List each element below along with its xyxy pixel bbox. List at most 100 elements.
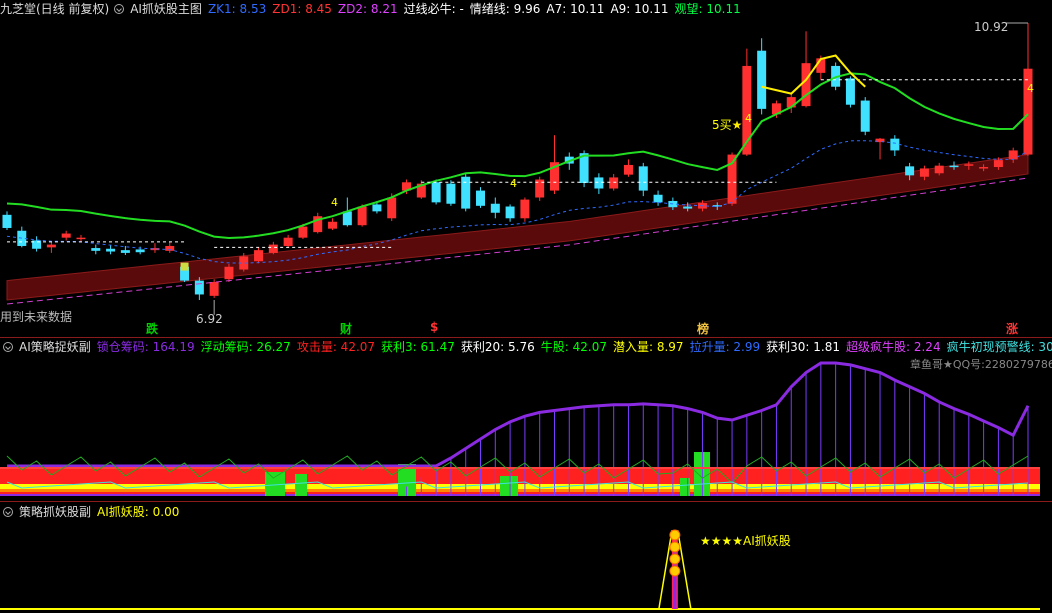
candle-body: [476, 190, 486, 206]
candle-body: [283, 237, 293, 246]
green-block-1: [295, 474, 307, 496]
sub1-indicator-values: 锁仓筹码: 164.19 浮动筹码: 26.27 攻击量: 42.07 获利3: 61…: [97, 340, 1052, 354]
chip-band-0: [0, 468, 1040, 484]
chip-band-4: [0, 494, 1040, 496]
signal-four-label-a: 4: [745, 112, 752, 125]
signal-smiley-icon: [669, 541, 681, 553]
main-chart-header: 九芝堂(日线 前复权) AI抓妖股主图 ZK1: 8.53 ZD1: 8.45 ZD2:…: [0, 0, 1052, 18]
candle-body: [372, 204, 382, 212]
sub-chart-1-header: AI策略捉妖副 锁仓筹码: 164.19 浮动筹码: 26.27 攻击量: 42.07…: [0, 338, 1052, 356]
main-field-4: 情绪线: 9.96: [469, 2, 541, 16]
candle: [268, 241, 278, 255]
candle: [17, 226, 27, 248]
sub2-title[interactable]: 策略抓妖股副: [19, 505, 91, 519]
chip-band-1: [0, 484, 1040, 489]
green-block-5: [680, 478, 690, 496]
candle: [283, 234, 293, 248]
candle: [46, 241, 56, 253]
candle-body: [120, 250, 130, 253]
settings-circle-icon[interactable]: [114, 4, 125, 14]
settings-circle-icon[interactable]: [3, 507, 13, 517]
candle-body: [431, 182, 441, 203]
candle-body: [268, 244, 278, 253]
candle-body: [919, 168, 929, 177]
sub1-field-0: 锁仓筹码: 164.19: [96, 340, 195, 354]
candle-body: [979, 167, 989, 169]
buy-signal-label: 5买★: [712, 116, 742, 133]
sub-chart-2-header: 策略抓妖股副 AI抓妖股: 0.00: [0, 503, 1052, 521]
main-field-1: ZD1: 8.45: [272, 2, 332, 16]
candle-body: [964, 164, 974, 166]
indicator-name[interactable]: AI抓妖股主图: [130, 2, 202, 16]
candle: [860, 97, 870, 136]
main-field-3: 过线必牛: -: [403, 2, 464, 16]
candle: [727, 152, 737, 206]
candle: [490, 197, 500, 219]
candle: [328, 218, 338, 231]
sub-chart-1[interactable]: [0, 356, 1052, 500]
sub1-title[interactable]: AI策略捉妖副: [19, 340, 91, 354]
app-title: 九芝堂(日线 前复权): [0, 2, 110, 16]
sub2-field-0: AI抓妖股: 0.00: [97, 505, 180, 519]
future-data-note: 用到未来数据: [0, 310, 73, 324]
candle: [594, 173, 604, 195]
signal-spike: [0, 529, 1040, 610]
chip-band-2: [0, 489, 1040, 492]
green-block-3: [500, 476, 518, 496]
candle: [254, 247, 264, 264]
main-field-0: ZK1: 8.53: [207, 2, 267, 16]
candle-body: [298, 226, 308, 238]
candle: [845, 76, 855, 108]
candle-body: [209, 281, 219, 296]
ai-signal-label: ★★★★AI抓妖股: [700, 534, 791, 548]
bottom-mark-4: 涨: [1006, 322, 1019, 336]
candle: [623, 159, 633, 177]
sub1-field-1: 浮动筹码: 26.27: [200, 340, 291, 354]
chip-band-3: [0, 492, 1040, 494]
candle-body: [91, 248, 101, 251]
candle: [150, 243, 160, 253]
signal-four-label-d: 4: [1027, 82, 1034, 95]
candle: [476, 187, 486, 208]
candle-body: [638, 166, 648, 191]
bottom-mark-1: 财: [340, 322, 353, 336]
candle: [313, 212, 323, 234]
signal-four-label-c: 4: [510, 177, 517, 190]
candle: [32, 236, 42, 252]
main-field-5: A7: 10.11: [546, 2, 605, 16]
candle: [653, 190, 663, 206]
candle: [61, 230, 71, 241]
candle: [106, 245, 116, 255]
candle-body: [357, 206, 367, 226]
candle-body: [993, 160, 1003, 168]
sub1-field-8: 获利30: 1.81: [766, 340, 840, 354]
bottom-marker: [180, 262, 189, 271]
main-price-chart[interactable]: [0, 18, 1052, 338]
candle-body: [46, 244, 56, 248]
sub1-field-9: 超级疯牛股: 2.24: [846, 340, 941, 354]
sub1-field-4: 获利20: 5.76: [460, 340, 535, 354]
sub-chart-2[interactable]: [0, 521, 1052, 613]
candle-body: [860, 100, 870, 132]
candle-body: [135, 249, 145, 253]
main-indicator-values: ZK1: 8.53 ZD1: 8.45 ZD2: 8.21 过线必牛: - 情绪线: 9…: [208, 2, 747, 16]
candle-body: [61, 233, 71, 238]
candle-body: [490, 203, 500, 213]
buy-number: 5: [712, 118, 720, 132]
high-price-label: 10.92: [974, 20, 1009, 34]
candle-body: [194, 280, 204, 295]
candle: [890, 135, 900, 156]
candle-body: [106, 248, 116, 252]
sub1-field-7: 拉升量: 2.99: [689, 340, 761, 354]
candle: [416, 180, 426, 199]
candle: [505, 204, 515, 222]
buy-text: 买: [719, 118, 732, 132]
signal-smiley-icon: [669, 565, 681, 577]
candle-body: [461, 176, 471, 209]
candle: [520, 197, 530, 222]
sub1-field-5: 牛股: 42.07: [540, 340, 607, 354]
signal-smiley-icon: [669, 529, 681, 541]
candle: [461, 173, 471, 212]
settings-circle-icon[interactable]: [3, 342, 13, 352]
candle-body: [949, 165, 959, 168]
